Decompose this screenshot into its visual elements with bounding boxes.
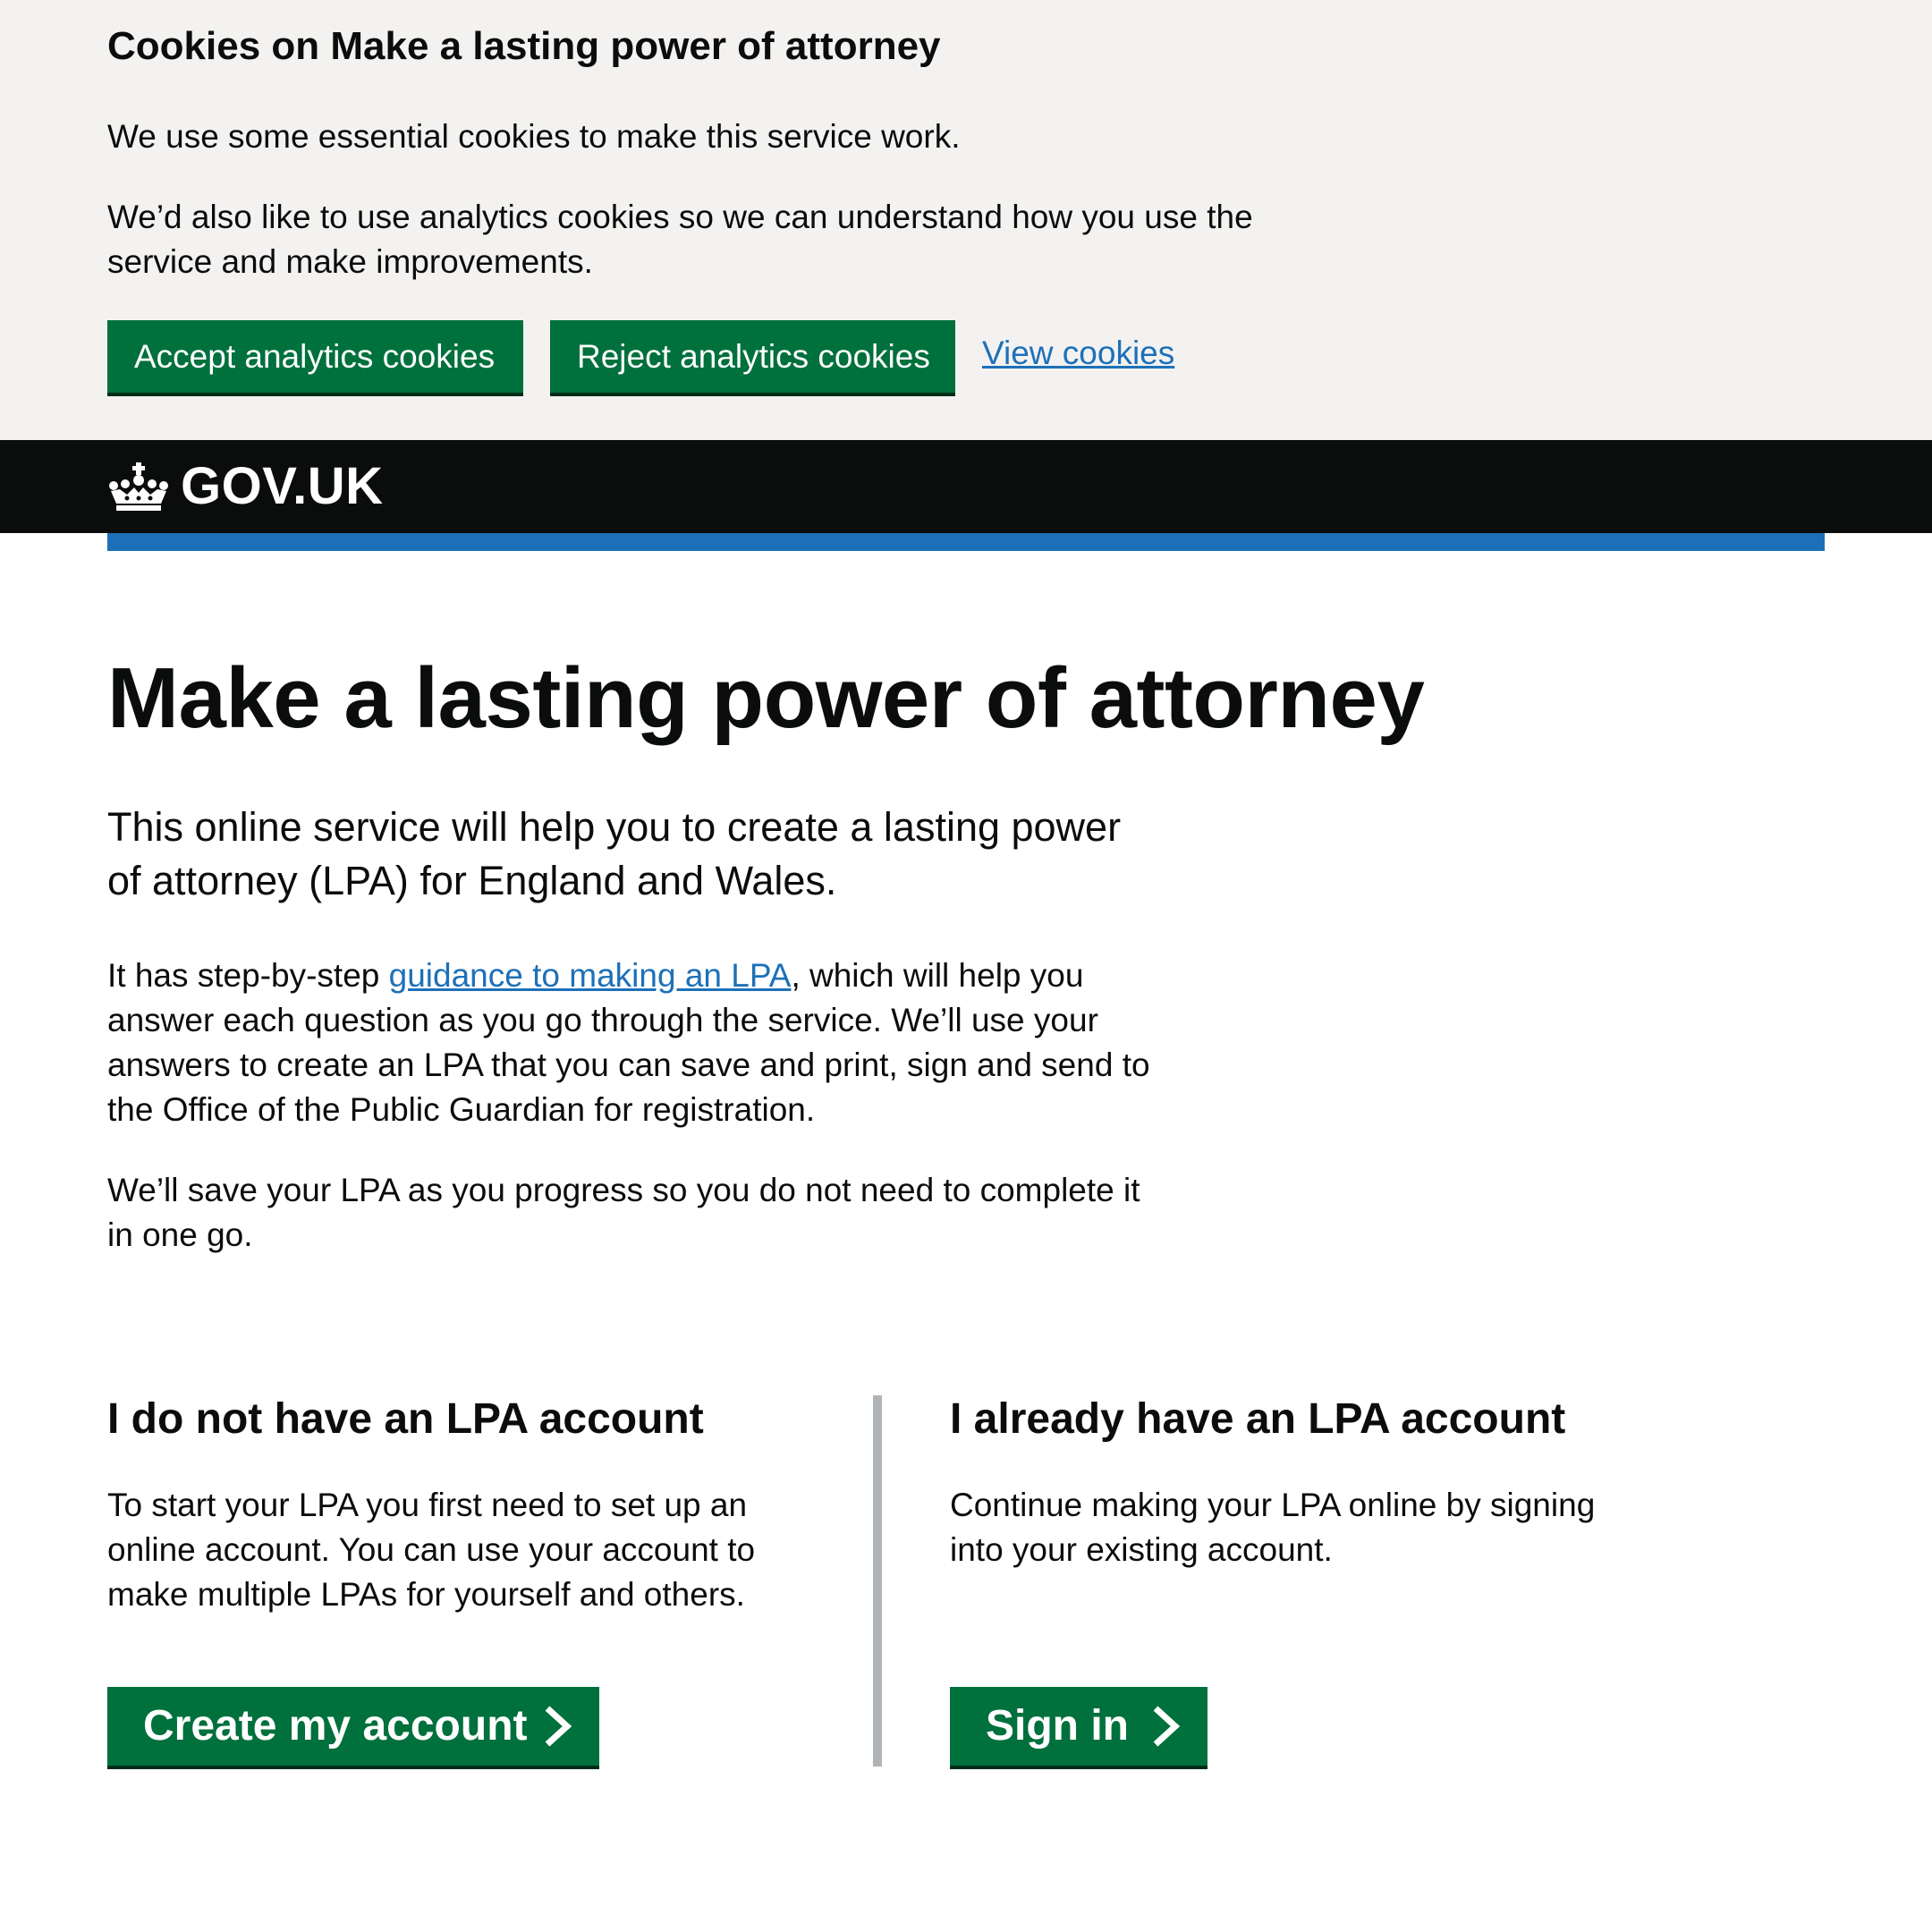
intro-text-start: It has step-by-step	[107, 957, 389, 994]
crown-icon	[109, 462, 168, 511]
view-cookies-link[interactable]: View cookies	[982, 331, 1174, 376]
intro-paragraph: It has step-by-step guidance to making a…	[107, 953, 1163, 1132]
no-account-text: To start your LPA you first need to set …	[107, 1487, 756, 1613]
accept-analytics-cookies-button[interactable]: Accept analytics cookies	[107, 320, 523, 393]
govuk-logo-link[interactable]: GOV.UK	[107, 453, 383, 521]
create-account-label: Create my account	[143, 1702, 528, 1750]
lead-paragraph: This online service will help you to cre…	[107, 804, 1122, 903]
sign-in-button[interactable]: Sign in	[950, 1687, 1208, 1766]
has-account-heading: I already have an LPA account	[950, 1395, 1566, 1443]
cookie-banner-text-essential: We use some essential cookies to make th…	[107, 118, 961, 155]
site-header: GOV.UK	[0, 440, 1932, 533]
guidance-link[interactable]: guidance to making an LPA	[389, 957, 792, 994]
save-progress-paragraph: We’ll save your LPA as you progress so y…	[107, 1172, 1140, 1253]
create-account-button[interactable]: Create my account	[107, 1687, 599, 1766]
cookie-banner-text-analytics: We’d also like to use analytics cookies …	[107, 199, 1253, 280]
page-title: Make a lasting power of attorney	[107, 650, 1425, 746]
chevron-right-icon	[1153, 1706, 1181, 1747]
cookie-banner: Cookies on Make a lasting power of attor…	[0, 0, 1932, 440]
column-divider	[873, 1395, 882, 1767]
no-account-heading: I do not have an LPA account	[107, 1395, 704, 1443]
reject-analytics-cookies-button[interactable]: Reject analytics cookies	[550, 320, 955, 393]
govuk-logo-text: GOV.UK	[181, 457, 384, 515]
header-blue-rule	[107, 533, 1825, 551]
chevron-right-icon	[545, 1706, 572, 1747]
cookie-banner-title: Cookies on Make a lasting power of attor…	[107, 24, 941, 68]
has-account-text: Continue making your LPA online by signi…	[950, 1487, 1596, 1568]
sign-in-label: Sign in	[986, 1702, 1129, 1750]
